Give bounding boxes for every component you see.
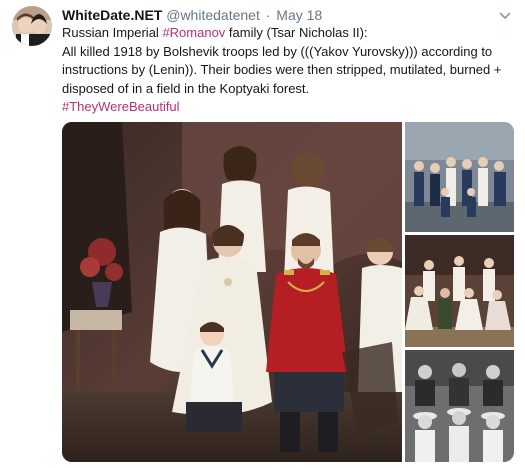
- tweet-text-line: All killed 1918 by Bolshevik troops led …: [62, 43, 493, 59]
- media-grid: [62, 122, 514, 462]
- text-segment: Russian Imperial: [62, 25, 163, 40]
- tweet-text-line: instructions by (Lenin)). Their bodies w…: [62, 62, 502, 77]
- tweet-text-line: #TheyWereBeautiful: [62, 98, 514, 117]
- thumb-photo-image-2: [405, 235, 514, 347]
- hashtag-romanov[interactable]: #Romanov: [162, 25, 225, 40]
- thumb-photo-image-1: [405, 122, 514, 232]
- media-photo-thumb-3[interactable]: [405, 350, 514, 462]
- thumb-photo-image-3: [405, 350, 514, 462]
- chevron-down-icon[interactable]: [499, 10, 511, 22]
- hashtag-theywerebeautiful[interactable]: #TheyWereBeautiful: [62, 99, 180, 114]
- user-handle[interactable]: @whitedatenet: [166, 7, 260, 23]
- text-segment: family (Tsar Nicholas II):: [225, 25, 368, 40]
- meta-separator: ·: [265, 7, 271, 23]
- tweet-card[interactable]: WhiteDate.NET @whitedatenet · May 18 Rus…: [0, 0, 525, 468]
- media-photo-thumb-1[interactable]: [405, 122, 514, 232]
- avatar[interactable]: [12, 6, 52, 46]
- avatar-image: [12, 6, 52, 46]
- family-photo-image: [62, 122, 402, 462]
- display-name[interactable]: WhiteDate.NET: [62, 7, 162, 23]
- tweet-date[interactable]: May 18: [276, 7, 322, 23]
- media-photo-thumb-2[interactable]: [405, 235, 514, 347]
- tweet-text-line: Russian Imperial #Romanov family (Tsar N…: [62, 24, 514, 43]
- tweet-text: Russian Imperial #Romanov family (Tsar N…: [62, 24, 514, 117]
- tweet-text-line: disposed of in a field in the Koptyaki f…: [62, 80, 310, 96]
- tweet-header: WhiteDate.NET @whitedatenet · May 18: [62, 6, 322, 24]
- media-photo-main[interactable]: [62, 122, 402, 462]
